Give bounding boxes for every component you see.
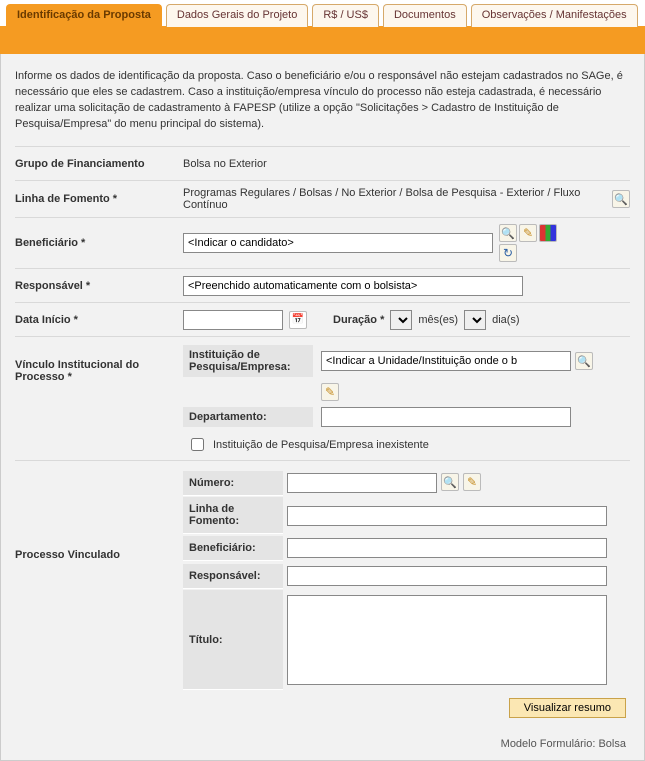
beneficiario-input[interactable] <box>183 233 493 253</box>
row-beneficiario: Beneficiário * <box>15 217 630 268</box>
edit-icon[interactable] <box>519 224 537 242</box>
label-beneficiario2: Beneficiário: <box>183 536 283 561</box>
tab-dados-gerais[interactable]: Dados Gerais do Projeto <box>166 4 308 27</box>
search-icon[interactable] <box>575 352 593 370</box>
flag-icon[interactable] <box>539 224 557 242</box>
row-vinculo: Vínculo Institucional do Processo * Inst… <box>15 336 630 460</box>
label-beneficiario: Beneficiário * <box>15 237 183 249</box>
beneficiario2-input[interactable] <box>287 538 607 558</box>
intro-text: Informe os dados de identificação da pro… <box>15 68 630 132</box>
label-meses: mês(es) <box>418 314 458 326</box>
linha-fomento-input[interactable] <box>287 506 607 526</box>
visualizar-resumo-button[interactable]: Visualizar resumo <box>509 698 626 718</box>
value-grupo: Bolsa no Exterior <box>183 158 630 170</box>
instituicao-input[interactable] <box>321 351 571 371</box>
duracao-dias-select[interactable] <box>464 310 486 330</box>
edit-icon[interactable] <box>321 383 339 401</box>
label-inst-inexistente: Instituição de Pesquisa/Empresa inexiste… <box>213 439 429 451</box>
search-icon[interactable] <box>441 473 459 491</box>
form-panel: Informe os dados de identificação da pro… <box>0 54 645 761</box>
row-data-inicio: Data Início * Duração * mês(es) dia(s) <box>15 302 630 336</box>
duracao-meses-select[interactable] <box>390 310 412 330</box>
refresh-icon[interactable] <box>499 244 517 262</box>
row-linha-fomento: Linha de Fomento * Programas Regulares /… <box>15 180 630 217</box>
tab-strip-bg <box>0 28 645 54</box>
departamento-input[interactable] <box>321 407 571 427</box>
label-dias: dia(s) <box>492 314 520 326</box>
label-instituicao: Instituição de Pesquisa/Empresa: <box>183 345 313 377</box>
label-duracao: Duração * <box>333 314 384 326</box>
data-inicio-input[interactable] <box>183 310 283 330</box>
label-grupo: Grupo de Financiamento <box>15 158 183 170</box>
search-icon[interactable] <box>612 190 630 208</box>
titulo-textarea[interactable] <box>287 595 607 685</box>
row-grupo-financiamento: Grupo de Financiamento Bolsa no Exterior <box>15 146 630 180</box>
responsavel2-input[interactable] <box>287 566 607 586</box>
calendar-icon[interactable] <box>289 311 307 329</box>
tab-identificacao[interactable]: Identificação da Proposta <box>6 4 162 27</box>
label-responsavel: Responsável * <box>15 280 183 292</box>
row-responsavel: Responsável * <box>15 268 630 302</box>
tab-documentos[interactable]: Documentos <box>383 4 467 27</box>
tab-observacoes[interactable]: Observações / Manifestações <box>471 4 638 27</box>
label-responsavel2: Responsável: <box>183 564 283 589</box>
label-linha-fomento2: Linha de Fomento: <box>183 497 283 534</box>
label-vinculo: Vínculo Institucional do Processo * <box>15 345 183 383</box>
label-data-inicio: Data Início * <box>15 314 183 326</box>
responsavel-input[interactable] <box>183 276 523 296</box>
numero-input[interactable] <box>287 473 437 493</box>
value-linha: Programas Regulares / Bolsas / No Exteri… <box>183 187 606 211</box>
search-icon[interactable] <box>499 224 517 242</box>
label-departamento: Departamento: <box>183 407 313 427</box>
tab-bar: Identificação da Proposta Dados Gerais d… <box>0 0 645 28</box>
edit-icon[interactable] <box>463 473 481 491</box>
label-numero: Número: <box>183 471 283 496</box>
footer-text: Modelo Formulário: Bolsa <box>15 728 630 752</box>
label-titulo: Título: <box>183 590 283 690</box>
tab-rs-us[interactable]: R$ / US$ <box>312 4 379 27</box>
label-linha: Linha de Fomento * <box>15 193 183 205</box>
label-processo-vinculado: Processo Vinculado <box>15 469 183 561</box>
row-processo-vinculado: Processo Vinculado Número: Linha de Fome… <box>15 460 630 728</box>
inst-inexistente-checkbox[interactable] <box>191 438 204 451</box>
